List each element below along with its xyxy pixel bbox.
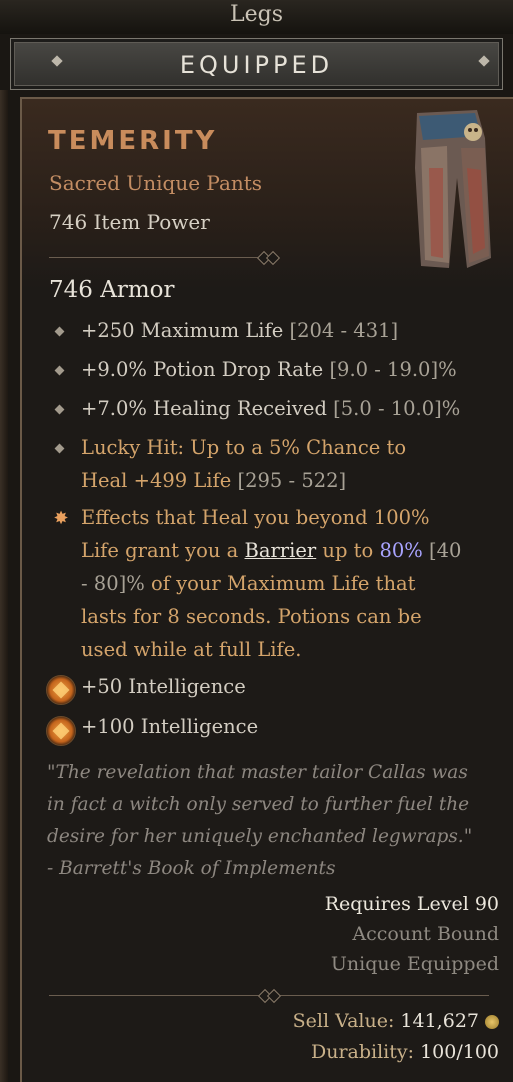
affix-line: +7.0% Healing Received [5.0 - 10.0]% [81, 392, 460, 425]
affix-value: +250 Maximum Life [81, 319, 284, 342]
flavor-text: "The revelation that master tailor Calla… [47, 757, 497, 885]
header-title: EQUIPPED [179, 51, 334, 79]
legendary-aspect: Effects that Heal you beyond 100% Life g… [81, 501, 491, 666]
amber-gem-icon [46, 675, 76, 705]
legendary-line: of your Maximum Life that [144, 572, 416, 595]
equipped-header: EQUIPPED [10, 38, 503, 90]
affix-range: [295 - 522] [237, 469, 347, 492]
affix-range: [9.0 - 19.0]% [329, 358, 457, 381]
sell-amount: 141,627 [400, 1010, 479, 1032]
item-power: 746 Item Power [49, 210, 210, 234]
legendary-line: Life grant you a [81, 539, 245, 562]
flavor-line: desire for her uniquely enchanted legwra… [47, 826, 473, 847]
legendary-line: lasts for 8 seconds. Potions can be [81, 605, 422, 628]
unique-equipped: Unique Equipped [330, 953, 499, 975]
affix-value: Lucky Hit: Up to a 5% Chance to [81, 436, 407, 459]
affix-value-line2: Heal +499 Life [81, 469, 232, 492]
durability: Durability: 100/100 [311, 1041, 499, 1063]
legendary-range: [40 [422, 539, 462, 562]
affix-range: [5.0 - 10.0]% [333, 397, 461, 420]
legendary-line: Effects that Heal you beyond 100% [81, 506, 430, 529]
affix-line: +250 Maximum Life [204 - 431] [81, 314, 398, 347]
amber-gem-icon [46, 716, 76, 746]
affix-line: Lucky Hit: Up to a 5% Chance to Heal +49… [81, 431, 406, 497]
durability-value: 100/100 [420, 1041, 499, 1063]
affix-value: +9.0% Potion Drop Rate [81, 358, 324, 381]
legendary-line: up to [316, 539, 380, 562]
legendary-line: used while at full Life. [81, 638, 302, 661]
frame-edge [0, 90, 8, 1082]
barrier-link[interactable]: Barrier [245, 539, 317, 562]
gold-coin-icon [485, 1015, 499, 1029]
flavor-line: "The revelation that master tailor Calla… [47, 762, 468, 783]
account-bound: Account Bound [352, 923, 499, 945]
durability-label: Durability: [310, 1041, 415, 1063]
slot-label: Legs [229, 2, 283, 27]
socket-bonus: +100 Intelligence [81, 715, 259, 738]
sell-value: Sell Value: 141,627 [293, 1010, 499, 1032]
armor-value: 746 Armor [49, 277, 175, 303]
item-name: TEMERITY [48, 126, 218, 156]
divider-line [49, 257, 259, 258]
pants-icon [415, 110, 491, 268]
affix-line: +9.0% Potion Drop Rate [9.0 - 19.0]% [81, 353, 457, 386]
sell-label: Sell Value: [292, 1010, 395, 1032]
required-level: Requires Level 90 [324, 893, 499, 915]
socket-bonus: +50 Intelligence [81, 675, 246, 698]
affix-range: [204 - 431] [289, 319, 399, 342]
flavor-line: in fact a witch only served to further f… [47, 794, 470, 815]
barrier-value: 80% [379, 539, 423, 562]
legendary-star-icon: ✸ [53, 508, 69, 529]
legendary-range: - 80]% [81, 572, 145, 595]
item-type: Sacred Unique Pants [49, 171, 263, 195]
affix-value: +7.0% Healing Received [81, 397, 327, 420]
flavor-line: - Barrett's Book of Implements [47, 858, 336, 879]
